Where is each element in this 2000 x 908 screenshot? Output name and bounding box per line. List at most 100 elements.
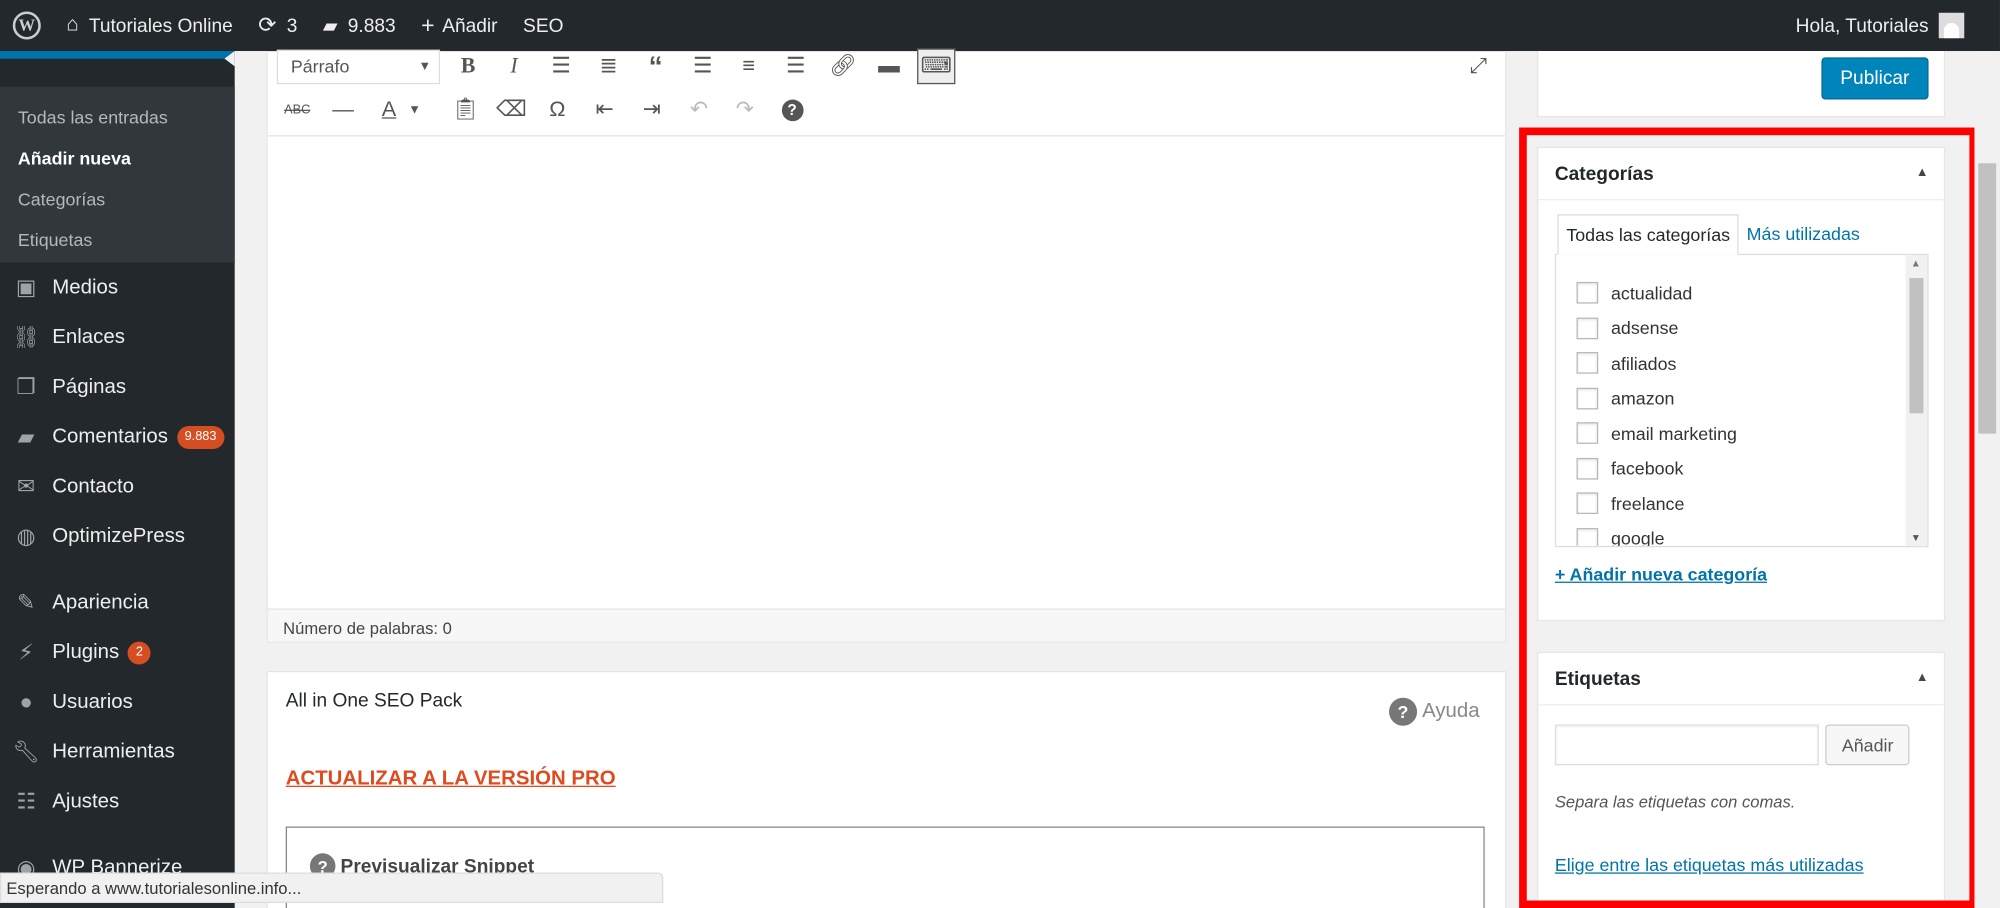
help-link[interactable]: ? Ayuda [1388, 697, 1480, 726]
horizontal-line-icon: — [332, 96, 354, 122]
numbered-list-icon: ≣ [599, 53, 618, 78]
text-color-dropdown[interactable]: ▼ [404, 92, 424, 128]
tools-icon: 🔧︎ [12, 739, 40, 764]
quote-icon: “ [648, 49, 663, 82]
comment-bubble-icon: ▰ [322, 15, 338, 37]
site-name: Tutoriales Online [88, 14, 233, 37]
align-right-button[interactable]: ☰ [777, 48, 815, 84]
editor-content-area[interactable] [267, 137, 1506, 580]
strikethrough-button[interactable]: ABC [278, 92, 316, 128]
publish-box: Publicar [1536, 51, 1946, 118]
upgrade-pro-link[interactable]: ACTUALIZAR A LA VERSIÓN PRO [286, 768, 616, 791]
add-new-link[interactable]: + Añadir [408, 0, 510, 51]
wp-logo-menu[interactable]: W [0, 0, 54, 51]
media-icon: ▣ [15, 274, 37, 300]
help-icon: ? [781, 98, 803, 121]
redo-icon: ↷ [735, 96, 754, 122]
submenu-add-new[interactable]: Añadir nueva [0, 138, 235, 179]
post-editor: Párrafo ▼ B I ☰ ≣ “ ☰ ≡ ☰ 🔗︎ ▬ ⌨ ⤢ ABC —… [266, 48, 1507, 643]
wordpress-logo-icon: W [12, 11, 41, 40]
refresh-icon: ⟳ [258, 12, 277, 37]
settings-icon: ☷ [16, 788, 36, 814]
read-more-icon: ▬ [878, 53, 900, 78]
submenu-categories[interactable]: Categorías [0, 179, 235, 220]
sidebar-item-comments[interactable]: ▰ Comentarios 9.883 [0, 412, 235, 462]
current-menu-highlight [0, 51, 235, 59]
submenu-all-posts[interactable]: Todas las entradas [0, 97, 235, 138]
blockquote-button[interactable]: “ [636, 48, 674, 84]
optimizepress-icon: ◍ [16, 523, 36, 548]
screen: W ⌂ Tutoriales Online ⟳ 3 ▰ 9.883 + Añad… [0, 0, 2000, 908]
undo-button[interactable]: ↶ [680, 92, 718, 128]
comments-icon: ▰ [17, 424, 35, 449]
omega-icon: Ω [549, 96, 566, 122]
appearance-icon: ✎ [17, 589, 36, 615]
read-more-button[interactable]: ▬ [870, 48, 908, 84]
sidebar-item-appearance[interactable]: ✎ Apariencia [0, 578, 235, 628]
align-center-icon: ≡ [742, 53, 756, 78]
paste-text-button[interactable]: 📋︎ [446, 92, 484, 128]
chevron-down-icon: ▼ [408, 102, 421, 117]
outdent-button[interactable]: ⇤ [585, 92, 623, 128]
seo-menu[interactable]: SEO [510, 0, 576, 51]
sidebar-item-settings[interactable]: ☷ Ajustes [0, 777, 235, 827]
home-icon: ⌂ [66, 14, 79, 36]
sidebar-item-optimizepress[interactable]: ◍ OptimizePress [0, 511, 235, 561]
clear-formatting-button[interactable]: ⌫ [492, 92, 530, 128]
account-menu[interactable]: Hola, Tutoriales [1783, 0, 2000, 51]
sidebar-item-links[interactable]: ⛓ Enlaces [0, 312, 235, 362]
page-scrollbar[interactable] [1974, 51, 2000, 908]
sidebar-item-label: Apariencia [52, 591, 149, 613]
outdent-icon: ⇤ [595, 96, 614, 122]
sidebar-item-contact[interactable]: ✉ Contacto [0, 462, 235, 512]
insert-link-button[interactable]: 🔗︎ [824, 48, 862, 84]
submenu-tags[interactable]: Etiquetas [0, 219, 235, 260]
sidebar-item-pages[interactable]: ❐ Páginas [0, 362, 235, 412]
sidebar-item-label: Enlaces [52, 325, 125, 348]
text-color-button[interactable]: A [370, 92, 408, 128]
fullscreen-button[interactable]: ⤢ [1459, 48, 1497, 84]
comments-count: 9.883 [347, 14, 396, 37]
seo-label: SEO [523, 14, 564, 37]
comments-link[interactable]: ▰ 9.883 [310, 0, 408, 51]
sidebar-item-users[interactable]: ● Usuarios [0, 677, 235, 727]
seo-box-title: All in One SEO Pack [285, 690, 463, 712]
page-scroll-thumb[interactable] [1978, 163, 1997, 434]
indent-button[interactable]: ⇥ [633, 92, 671, 128]
special-character-button[interactable]: Ω [538, 92, 576, 128]
question-icon: ? [1388, 697, 1417, 726]
bold-icon: B [460, 53, 476, 78]
bullet-list-button[interactable]: ☰ [542, 48, 580, 84]
italic-button[interactable]: I [495, 48, 533, 84]
site-name-link[interactable]: ⌂ Tutoriales Online [54, 0, 246, 51]
format-select[interactable]: Párrafo ▼ [276, 49, 441, 85]
sidebar-item-label: Ajustes [52, 790, 120, 812]
keyboard-icon: ⌨ [920, 53, 952, 78]
redo-button[interactable]: ↷ [726, 92, 764, 128]
align-left-button[interactable]: ☰ [684, 48, 722, 84]
align-left-icon: ☰ [693, 53, 713, 78]
numbered-list-button[interactable]: ≣ [589, 48, 627, 84]
sidebar-item-label: Usuarios [52, 690, 133, 713]
tab-all-categories[interactable]: Todas las categorías [1557, 214, 1740, 256]
plugins-badge: 2 [128, 640, 151, 664]
link-icon: ⛓ [12, 324, 40, 349]
help-button[interactable]: ? [773, 92, 811, 128]
browser-status-bar: Esperando a www.tutorialesonline.info... [0, 872, 664, 904]
pages-icon: ❐ [16, 374, 36, 399]
sidebar-item-plugins[interactable]: ⚡ Plugins 2 [0, 628, 235, 678]
horizontal-line-button[interactable]: — [324, 92, 362, 128]
sidebar-item-label: Herramientas [52, 740, 175, 763]
strikethrough-icon: ABC [284, 102, 311, 117]
updates-link[interactable]: ⟳ 3 [246, 0, 311, 51]
toolbar-toggle-button[interactable]: ⌨ [917, 48, 956, 85]
sidebar-item-tools[interactable]: 🔧︎ Herramientas [0, 727, 235, 777]
sidebar-item-media[interactable]: ▣ Medios [0, 263, 235, 313]
sidebar-item-label: Contacto [52, 475, 134, 497]
fullscreen-icon: ⤢ [1469, 53, 1487, 78]
publish-button[interactable]: Publicar [1821, 57, 1929, 100]
bold-button[interactable]: B [449, 48, 487, 84]
sidebar-item-label: Medios [52, 276, 119, 298]
greeting: Hola, Tutoriales [1795, 14, 1929, 37]
align-center-button[interactable]: ≡ [730, 48, 768, 84]
